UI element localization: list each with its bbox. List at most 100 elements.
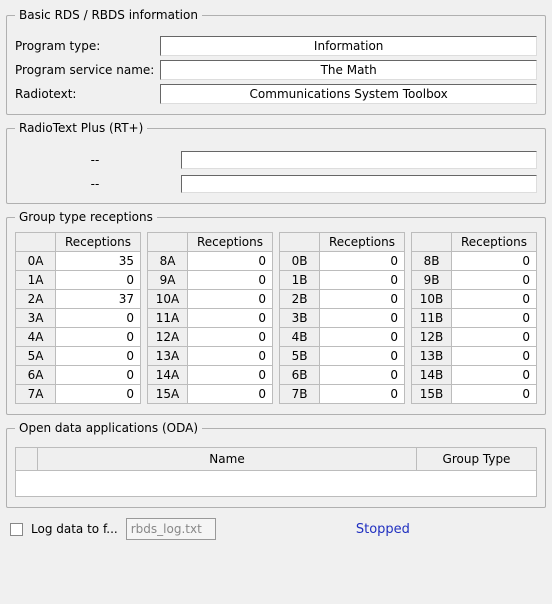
group-id-cell: 9B [412, 271, 452, 290]
group-id-cell: 11A [148, 309, 188, 328]
table-row: 15B0 [412, 385, 537, 404]
group-id-cell: 11B [412, 309, 452, 328]
reception-count-cell: 35 [56, 252, 141, 271]
group-id-cell: 1A [16, 271, 56, 290]
rtplus-legend: RadioText Plus (RT+) [15, 121, 147, 135]
oda-table: Name Group Type [15, 447, 537, 497]
reception-count-cell: 37 [56, 290, 141, 309]
group-id-cell: 0B [280, 252, 320, 271]
table-row: 6B0 [280, 366, 405, 385]
table-row: 9B0 [412, 271, 537, 290]
group-id-cell: 8A [148, 252, 188, 271]
group-receptions-group: Group type receptions Receptions0A351A02… [6, 210, 546, 415]
group-id-cell: 3B [280, 309, 320, 328]
receptions-corner-header [16, 233, 56, 252]
group-id-cell: 4B [280, 328, 320, 347]
status-text: Stopped [224, 522, 542, 537]
receptions-table-3: Receptions8B09B010B011B012B013B014B015B0 [411, 232, 537, 404]
table-row: 6A0 [16, 366, 141, 385]
rtplus-value-1 [181, 175, 537, 193]
rtplus-group: RadioText Plus (RT+) -- -- [6, 121, 546, 204]
oda-corner-header [16, 448, 38, 471]
reception-count-cell: 0 [320, 366, 405, 385]
group-id-cell: 12B [412, 328, 452, 347]
table-row: 4A0 [16, 328, 141, 347]
basic-rds-legend: Basic RDS / RBDS information [15, 8, 202, 22]
group-id-cell: 1B [280, 271, 320, 290]
group-id-cell: 14A [148, 366, 188, 385]
reception-count-cell: 0 [320, 309, 405, 328]
oda-legend: Open data applications (ODA) [15, 421, 202, 435]
reception-count-cell: 0 [56, 328, 141, 347]
group-id-cell: 7B [280, 385, 320, 404]
table-row: 8B0 [412, 252, 537, 271]
table-row: 2A37 [16, 290, 141, 309]
group-id-cell: 2B [280, 290, 320, 309]
log-filename-input[interactable] [126, 518, 216, 540]
reception-count-cell: 0 [56, 271, 141, 290]
reception-count-cell: 0 [452, 347, 537, 366]
service-name-value: The Math [160, 60, 537, 80]
group-id-cell: 12A [148, 328, 188, 347]
table-row: 13B0 [412, 347, 537, 366]
reception-count-cell: 0 [320, 328, 405, 347]
reception-count-cell: 0 [188, 309, 273, 328]
group-id-cell: 2A [16, 290, 56, 309]
reception-count-cell: 0 [56, 347, 141, 366]
table-row: 10B0 [412, 290, 537, 309]
receptions-corner-header [412, 233, 452, 252]
reception-count-cell: 0 [188, 366, 273, 385]
table-row: 2B0 [280, 290, 405, 309]
table-row: 0A35 [16, 252, 141, 271]
group-id-cell: 6A [16, 366, 56, 385]
table-row: 8A0 [148, 252, 273, 271]
group-id-cell: 9A [148, 271, 188, 290]
reception-count-cell: 0 [188, 385, 273, 404]
oda-group: Open data applications (ODA) Name Group … [6, 421, 546, 508]
table-row: 4B0 [280, 328, 405, 347]
table-row: 10A0 [148, 290, 273, 309]
reception-count-cell: 0 [320, 271, 405, 290]
table-row: 5B0 [280, 347, 405, 366]
reception-count-cell: 0 [320, 385, 405, 404]
group-id-cell: 15B [412, 385, 452, 404]
rtplus-value-0 [181, 151, 537, 169]
reception-count-cell: 0 [452, 328, 537, 347]
receptions-corner-header [280, 233, 320, 252]
receptions-table-2: Receptions0B01B02B03B04B05B06B07B0 [279, 232, 405, 404]
reception-count-cell: 0 [188, 328, 273, 347]
table-row: 13A0 [148, 347, 273, 366]
basic-rds-group: Basic RDS / RBDS information Program typ… [6, 8, 546, 115]
receptions-header: Receptions [320, 233, 405, 252]
table-row: 11A0 [148, 309, 273, 328]
reception-count-cell: 0 [188, 290, 273, 309]
oda-empty-row [16, 471, 537, 497]
reception-count-cell: 0 [452, 309, 537, 328]
table-row: 12A0 [148, 328, 273, 347]
receptions-table-1: Receptions8A09A010A011A012A013A014A015A0 [147, 232, 273, 404]
log-to-file-checkbox[interactable] [10, 523, 23, 536]
reception-count-cell: 0 [320, 290, 405, 309]
table-row: 9A0 [148, 271, 273, 290]
group-id-cell: 10B [412, 290, 452, 309]
table-row: 1B0 [280, 271, 405, 290]
table-row: 7B0 [280, 385, 405, 404]
reception-count-cell: 0 [452, 366, 537, 385]
table-row: 7A0 [16, 385, 141, 404]
table-row: 11B0 [412, 309, 537, 328]
receptions-table-0: Receptions0A351A02A373A04A05A06A07A0 [15, 232, 141, 404]
rtplus-key-1: -- [15, 177, 175, 191]
reception-count-cell: 0 [188, 252, 273, 271]
table-row: 3A0 [16, 309, 141, 328]
reception-count-cell: 0 [452, 385, 537, 404]
table-row: 5A0 [16, 347, 141, 366]
group-id-cell: 14B [412, 366, 452, 385]
oda-name-header: Name [38, 448, 417, 471]
reception-count-cell: 0 [452, 271, 537, 290]
radiotext-label: Radiotext: [15, 87, 154, 101]
reception-count-cell: 0 [452, 252, 537, 271]
table-row: 14B0 [412, 366, 537, 385]
reception-count-cell: 0 [56, 309, 141, 328]
group-id-cell: 0A [16, 252, 56, 271]
reception-count-cell: 0 [56, 366, 141, 385]
